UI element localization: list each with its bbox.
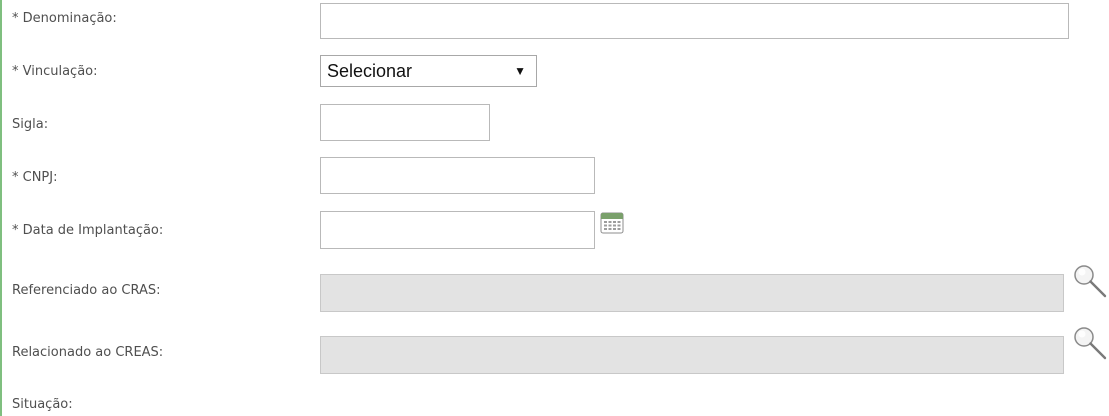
entity-form: * Denominação: * Vinculação: Selecionar …	[0, 0, 1109, 416]
search-icon[interactable]	[1071, 262, 1109, 300]
vinculacao-label: * Vinculação:	[12, 64, 98, 79]
relacionado-creas-label: Relacionado ao CREAS:	[12, 345, 164, 360]
situacao-label: Situação:	[12, 397, 73, 412]
relacionado-creas-input	[320, 336, 1064, 374]
data-implantacao-label: * Data de Implantação:	[12, 223, 164, 238]
referenciado-cras-label: Referenciado ao CRAS:	[12, 283, 161, 298]
vinculacao-selected-value: Selecionar	[327, 60, 413, 81]
denominacao-input[interactable]	[320, 3, 1069, 39]
data-implantacao-input[interactable]	[320, 211, 595, 249]
cnpj-input[interactable]	[320, 157, 595, 194]
sigla-input[interactable]	[320, 104, 490, 141]
denominacao-label: * Denominação:	[12, 11, 117, 26]
dropdown-arrow-icon: ▼	[514, 64, 526, 78]
calendar-icon[interactable]	[600, 211, 624, 235]
referenciado-cras-input	[320, 274, 1064, 312]
cnpj-label: * CNPJ:	[12, 170, 58, 185]
vinculacao-select[interactable]: Selecionar ▼	[320, 55, 537, 87]
sigla-label: Sigla:	[12, 117, 49, 132]
search-icon[interactable]	[1071, 324, 1109, 362]
